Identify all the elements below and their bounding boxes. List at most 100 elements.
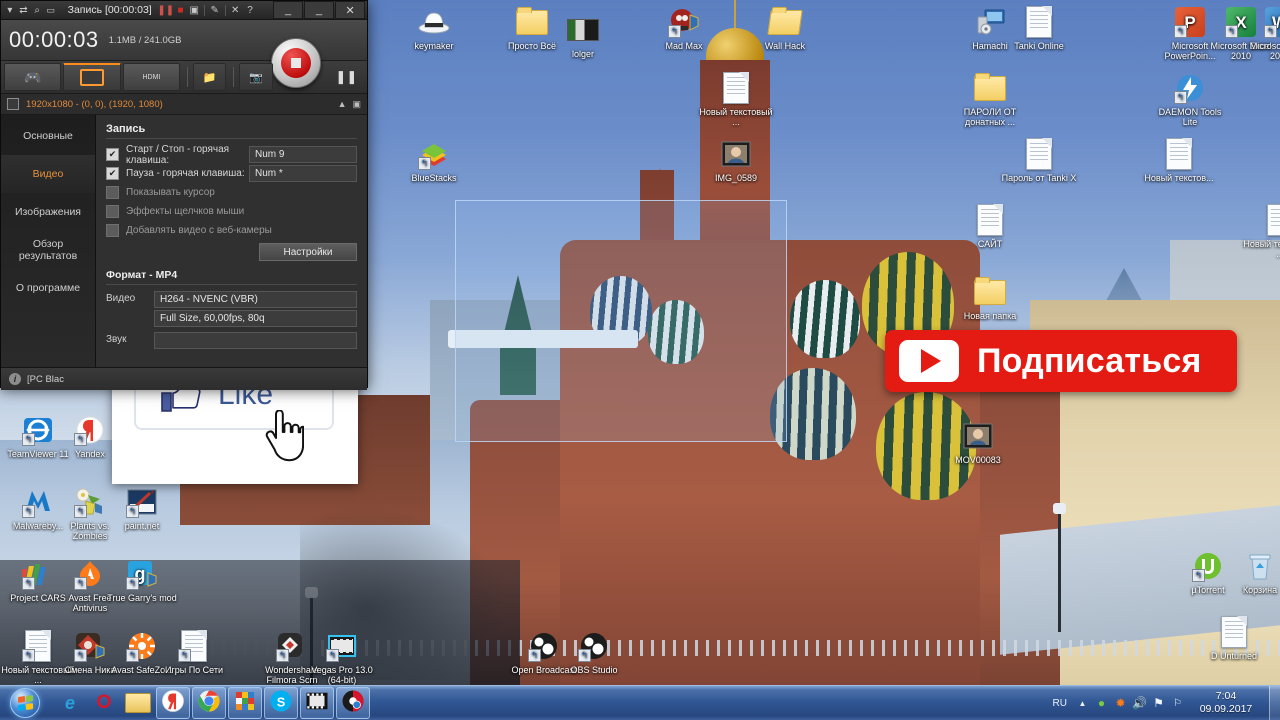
desktop-icon-lolger[interactable]: lolger: [545, 14, 621, 59]
option-row-4[interactable]: Эффекты щелчков мыши: [106, 203, 357, 220]
desktop-icon-mov00083[interactable]: MOV00083: [940, 420, 1016, 465]
network-error-icon[interactable]: ⚑: [1149, 691, 1168, 715]
chevron-up-icon[interactable]: ▲: [338, 99, 347, 109]
desktop-icon-korzina[interactable]: Корзина: [1222, 550, 1280, 595]
show-desktop-button[interactable]: [1269, 686, 1280, 720]
language-indicator[interactable]: RU: [1053, 698, 1067, 709]
utorrent-tray-icon[interactable]: ●: [1092, 691, 1111, 715]
desktop-icon-bluestacks[interactable]: ↰ BlueStacks: [396, 138, 472, 183]
swap-icon[interactable]: ⇄: [17, 2, 31, 18]
desktop-icon-img-0589[interactable]: IMG_0589: [698, 138, 774, 183]
sidebar-item-5[interactable]: О программе: [1, 269, 95, 307]
option-row-3[interactable]: Показывать курсор: [106, 184, 357, 201]
desktop-icon-mad-max[interactable]: ↰ Mad Max: [646, 6, 722, 51]
desktop-icon-label: D Unturned: [1210, 651, 1258, 661]
sidebar-item-3[interactable]: Изображения: [1, 193, 95, 231]
desktop-icon-label: Игры По Сети: [164, 665, 224, 675]
desktop-icon-ms-word[interactable]: W↰ Microsoft Word 2010: [1242, 6, 1280, 61]
desktop-icon-paroli-ot-donatnyh[interactable]: ПАРОЛИ ОТ донатных ...: [952, 72, 1028, 127]
desktop-icon-d-unturned[interactable]: D Unturned: [1196, 616, 1272, 661]
desktop-icon-novyy-tekstov[interactable]: Новый текстов...: [1141, 138, 1217, 183]
help-icon[interactable]: ?: [242, 2, 258, 18]
desktop-icon-parol-ot-tanki-x[interactable]: Пароль от Tanki X: [1001, 138, 1077, 183]
desktop-icon-true-garrys-mod[interactable]: g ↰ True Garry's mod: [104, 558, 180, 603]
taskbar-item-skype[interactable]: S: [264, 687, 298, 719]
recorder-titlebar[interactable]: ▾ ⇄ ⌕ ▭ Запись [00:00:03] ❚❚ ■ ▣ ✎ ✕ ? _…: [1, 1, 367, 20]
format-value-field[interactable]: [154, 332, 357, 349]
recorder-region-bar[interactable]: 1920x1080 - (0, 0), (1920, 1080) ▲ ▣: [1, 94, 367, 115]
desktop-icon-novaya-papka[interactable]: Новая папка: [952, 276, 1028, 321]
close-button[interactable]: ✕: [335, 1, 366, 19]
format-value-field[interactable]: Full Size, 60,00fps, 80q: [154, 310, 357, 327]
avast-tray-icon[interactable]: ✹: [1111, 691, 1130, 715]
pencil-icon[interactable]: ✎: [208, 2, 222, 18]
capture-region-overlay[interactable]: [455, 200, 787, 442]
sidebar-item-1[interactable]: Основные: [1, 117, 95, 155]
sidebar-item-4[interactable]: Обзор результатов: [1, 231, 95, 269]
action-center-icon[interactable]: ⚐: [1168, 691, 1187, 715]
open-folder-button[interactable]: 📁: [193, 63, 227, 91]
screen-recorder-window[interactable]: ▾ ⇄ ⌕ ▭ Запись [00:00:03] ❚❚ ■ ▣ ✎ ✕ ? _…: [0, 0, 368, 390]
checkbox-unchecked-icon[interactable]: [106, 186, 119, 199]
youtube-subscribe-button[interactable]: Подписаться: [885, 330, 1237, 392]
desktop-icon-sayt[interactable]: САЙТ: [952, 204, 1028, 249]
mode-screen-button[interactable]: [63, 63, 121, 91]
volume-icon[interactable]: 🔊: [1130, 691, 1149, 715]
desktop-icon-obs-studio[interactable]: ↰ OBS Studio: [556, 630, 632, 675]
taskbar-item-google-chrome[interactable]: [192, 687, 226, 719]
desktop-icon-tanki-online[interactable]: Tanki Online: [1001, 6, 1077, 51]
taskbar-clock[interactable]: 7:04 09.09.2017: [1191, 690, 1261, 716]
record-icon[interactable]: ■: [174, 2, 188, 18]
pause-icon[interactable]: ❚❚: [157, 2, 174, 18]
desktop-icon-vegas-pro-13[interactable]: ↰ Vegas Pro 13.0 (64-bit): [304, 630, 380, 685]
desktop-icon-igry-po-seti[interactable]: ↰ Игры По Сети: [156, 630, 232, 675]
checkbox-unchecked-icon[interactable]: [106, 224, 119, 237]
camera-icon[interactable]: ▣: [187, 2, 201, 18]
checkbox-checked-icon[interactable]: ✔: [106, 167, 119, 180]
taskbar-item-bandicam[interactable]: [336, 687, 370, 719]
fullscreen-icon[interactable]: ▣: [352, 99, 361, 110]
search-icon[interactable]: ⌕: [30, 2, 44, 18]
taskbar-buttons[interactable]: eO S: [54, 687, 370, 719]
taskbar-item-windows-explorer[interactable]: [122, 688, 154, 718]
desktop-icon-novyy-tekstovyy-2[interactable]: Новый текстовый ...: [1242, 204, 1280, 259]
desktop-icon-novyy-tekstovyy-1[interactable]: Новый текстовый ...: [698, 72, 774, 127]
pause-button[interactable]: ❚❚: [331, 63, 362, 91]
stop-record-button[interactable]: [271, 38, 321, 88]
format-value-field[interactable]: H264 - NVENC (VBR): [154, 291, 357, 308]
minimize-button[interactable]: _: [273, 1, 304, 19]
start-button[interactable]: [2, 687, 48, 719]
recorder-sidebar[interactable]: Основные Видео Изображения Обзор результато…: [1, 115, 96, 367]
close-small-icon[interactable]: ✕: [228, 2, 242, 18]
hotkey-field-1[interactable]: Num 9: [249, 146, 357, 163]
mode-hdmi-button[interactable]: HDMI: [122, 63, 181, 91]
camera-icon: 📷: [249, 71, 263, 84]
taskbar-item-opera[interactable]: O: [88, 688, 120, 718]
option-row-1[interactable]: ✔ Старт / Стоп - горячая клавиша: Num 9: [106, 144, 357, 166]
checkbox-unchecked-icon[interactable]: [106, 205, 119, 218]
shortcut-arrow-icon: ↰: [74, 505, 87, 518]
taskbar-item-yandex-browser[interactable]: [156, 687, 190, 719]
taskbar-item-internet-explorer[interactable]: e: [54, 688, 86, 718]
screenshot-button[interactable]: 📷: [239, 63, 273, 91]
desktop-icon-daemon-tools-lite[interactable]: ↰ DAEMON Tools Lite: [1152, 72, 1228, 127]
option-row-5[interactable]: Добавлять видео с веб-камеры: [106, 222, 357, 239]
mode-game-button[interactable]: 🎮: [4, 63, 62, 91]
desktop-icon-keymaker[interactable]: keymaker: [396, 6, 472, 51]
settings-button[interactable]: Настройки: [259, 243, 357, 261]
hotkey-field-2[interactable]: Num *: [249, 165, 357, 182]
sidebar-item-2[interactable]: Видео: [1, 155, 95, 193]
region-checkbox[interactable]: [7, 98, 19, 110]
region-icon[interactable]: ▭: [44, 2, 58, 18]
chevron-down-icon[interactable]: ▾: [3, 2, 17, 18]
desktop-icon-paint-net[interactable]: ↰ paint.net: [104, 486, 180, 531]
checkbox-checked-icon[interactable]: ✔: [106, 148, 119, 161]
taskbar-item-vegas-pro[interactable]: [300, 687, 334, 719]
system-tray[interactable]: RU ▲ ● ✹ 🔊 ⚑ ⚐ 7:04 09.09.2017: [1049, 686, 1265, 720]
option-row-2[interactable]: ✔ Пауза - горячая клавиша: Num *: [106, 165, 357, 182]
restore-button[interactable]: _: [304, 1, 335, 19]
windows-taskbar[interactable]: eO S RU ▲ ● ✹ 🔊 ⚑ ⚐ 7:04 09.09.2017: [0, 685, 1280, 720]
taskbar-item-rubiks-cube-app[interactable]: [228, 687, 262, 719]
show-hidden-icons-icon[interactable]: ▲: [1073, 691, 1092, 715]
desktop-icon-wall-hack[interactable]: Wall Hack: [747, 6, 823, 51]
